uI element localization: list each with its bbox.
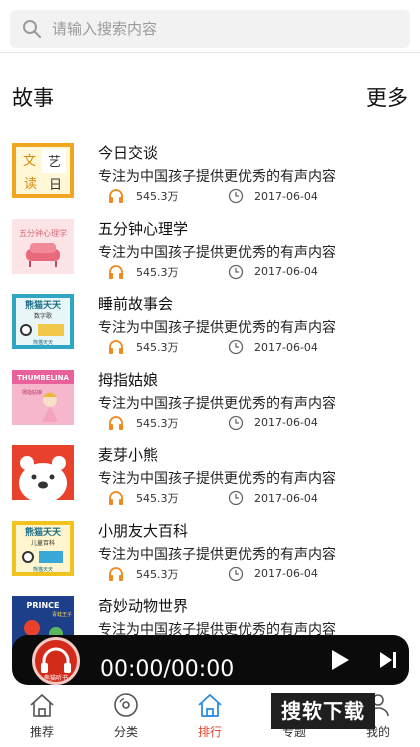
- cover-text: PRINCE: [26, 601, 59, 610]
- item-description: 专注为中国孩子提供更优秀的有声内容: [98, 471, 336, 487]
- list-item[interactable]: 熊猫天天 儿童百科 熊猫天天 小朋友大百科 专注为中国孩子提供更优秀的有声内容 …: [0, 518, 420, 594]
- clock-icon: [228, 264, 244, 279]
- headphones-icon: [109, 189, 123, 203]
- section-title: 故事: [12, 86, 54, 110]
- cover-text: 熊猫天天: [25, 299, 62, 311]
- album-art[interactable]: 熊猫听书: [32, 637, 80, 685]
- play-count: 545.3万: [136, 416, 179, 430]
- item-description: 专注为中国孩子提供更优秀的有声内容: [98, 546, 336, 563]
- list-item[interactable]: 麦芽小熊 专注为中国孩子提供更优秀的有声内容 545.3万 2017-06-04: [0, 442, 420, 518]
- item-title: 五分钟心理学: [98, 219, 189, 238]
- cover-image: 熊猫天天 数字歌 熊猫天天: [12, 294, 74, 349]
- clock-icon: [228, 490, 244, 506]
- cover-image: 熊猫天天 儿童百科 熊猫天天: [12, 520, 74, 576]
- playback-time: 00:00/00:00: [100, 657, 235, 682]
- publish-date: 2017-06-04: [254, 567, 318, 580]
- cover-image: [12, 445, 74, 500]
- item-title: 拇指姑娘: [98, 370, 159, 389]
- item-title: 睡前故事会: [98, 295, 174, 313]
- item-meta: 545.3万 2017-06-04: [108, 414, 318, 432]
- play-count: 545.3万: [136, 567, 179, 581]
- next-track-icon[interactable]: [376, 648, 400, 672]
- cover-text: 读: [24, 177, 37, 192]
- tab-ranking[interactable]: 排行: [168, 688, 252, 747]
- disc-icon: [114, 693, 138, 717]
- divider: [0, 52, 420, 53]
- headphones-icon: 熊猫听书: [41, 647, 71, 682]
- cover-text: 熊猫天天: [33, 566, 53, 573]
- search-input[interactable]: [52, 20, 382, 38]
- tab-category[interactable]: 分类: [84, 688, 168, 747]
- tab-label: 排行: [197, 725, 222, 739]
- list-item[interactable]: THUMBELINA 拇指姑娘 拇指姑娘 专注为中国孩子提供更优秀的有声内容 5…: [0, 367, 420, 443]
- item-meta: 545.3万 2017-06-04: [108, 565, 318, 583]
- cover-text: 熊猫天天: [33, 339, 53, 346]
- home-icon: [198, 693, 222, 717]
- cover-text: 儿童百科: [31, 539, 55, 547]
- headphones-icon: [109, 491, 123, 505]
- clock-icon: [228, 566, 244, 581]
- headphones-icon: [109, 415, 123, 430]
- publish-date: 2017-06-04: [254, 491, 318, 505]
- list-item[interactable]: 五分钟心理学 五分钟心理学 专注为中国孩子提供更优秀的有声内容 545.3万 2…: [0, 216, 420, 292]
- item-title: 奇妙动物世界: [98, 597, 189, 615]
- search-icon: [23, 20, 41, 38]
- disc-label: 熊猫听书: [44, 674, 68, 682]
- publish-date: 2017-06-04: [254, 416, 318, 429]
- play-count: 545.3万: [136, 492, 179, 505]
- item-description: 专注为中国孩子提供更优秀的有声内容: [98, 395, 336, 412]
- search-bar[interactable]: [10, 10, 410, 48]
- cover-image: 五分钟心理学: [12, 218, 74, 274]
- tab-recommend[interactable]: 推荐: [0, 688, 84, 747]
- cover-text: 艺: [48, 155, 61, 170]
- cover-text: 青蛙王子: [52, 611, 72, 618]
- cover-text: 熊猫天天: [25, 526, 62, 538]
- item-description: 专注为中国孩子提供更优秀的有声内容: [98, 320, 336, 336]
- cover-image: 文 艺 读 日: [12, 143, 74, 198]
- play-count: 545.3万: [136, 341, 179, 354]
- cover-text: 拇指姑娘: [22, 389, 42, 396]
- item-description: 专注为中国孩子提供更优秀的有声内容: [98, 169, 336, 185]
- headphones-icon: [109, 340, 123, 354]
- clock-icon: [228, 188, 244, 204]
- item-meta: 545.3万 2017-06-04: [108, 489, 318, 507]
- cover-text: 五分钟心理学: [19, 228, 67, 238]
- publish-date: 2017-06-04: [254, 340, 318, 354]
- headphones-icon: [109, 264, 123, 279]
- play-icon[interactable]: [324, 645, 354, 675]
- story-list: 文 艺 读 日 今日交谈 专注为中国孩子提供更优秀的有声内容 545.3万 20…: [0, 140, 420, 669]
- item-meta: 545.3万 2017-06-04: [108, 338, 318, 356]
- publish-date: 2017-06-04: [254, 265, 318, 278]
- clock-icon: [228, 339, 244, 355]
- item-title: 小朋友大百科: [98, 521, 189, 540]
- headphones-icon: [109, 566, 123, 581]
- item-title: 麦芽小熊: [98, 446, 159, 464]
- cover-image: THUMBELINA 拇指姑娘: [12, 369, 74, 425]
- publish-date: 2017-06-04: [254, 189, 318, 203]
- item-meta: 545.3万 2017-06-04: [108, 187, 318, 205]
- list-item[interactable]: 熊猫天天 数字歌 熊猫天天 睡前故事会 专注为中国孩子提供更优秀的有声内容 54…: [0, 291, 420, 367]
- item-description: 专注为中国孩子提供更优秀的有声内容: [98, 244, 336, 261]
- cover-text: 文: [23, 154, 36, 169]
- item-title: 今日交谈: [98, 144, 159, 162]
- watermark: 搜软下载: [271, 693, 375, 729]
- mini-player[interactable]: 熊猫听书 00:00/00:00: [12, 635, 409, 685]
- more-link[interactable]: 更多: [366, 82, 408, 112]
- play-count: 545.3万: [136, 190, 179, 203]
- item-meta: 545.3万 2017-06-04: [108, 263, 318, 281]
- cover-text: THUMBELINA: [17, 374, 69, 382]
- play-count: 545.3万: [136, 265, 179, 279]
- tab-label: 分类: [113, 725, 138, 739]
- cover-text: 数字歌: [34, 312, 52, 320]
- tab-label: 推荐: [29, 725, 54, 739]
- home-icon: [30, 693, 54, 717]
- clock-icon: [228, 415, 244, 430]
- list-item[interactable]: 文 艺 读 日 今日交谈 专注为中国孩子提供更优秀的有声内容 545.3万 20…: [0, 140, 420, 216]
- cover-text: 日: [49, 178, 62, 193]
